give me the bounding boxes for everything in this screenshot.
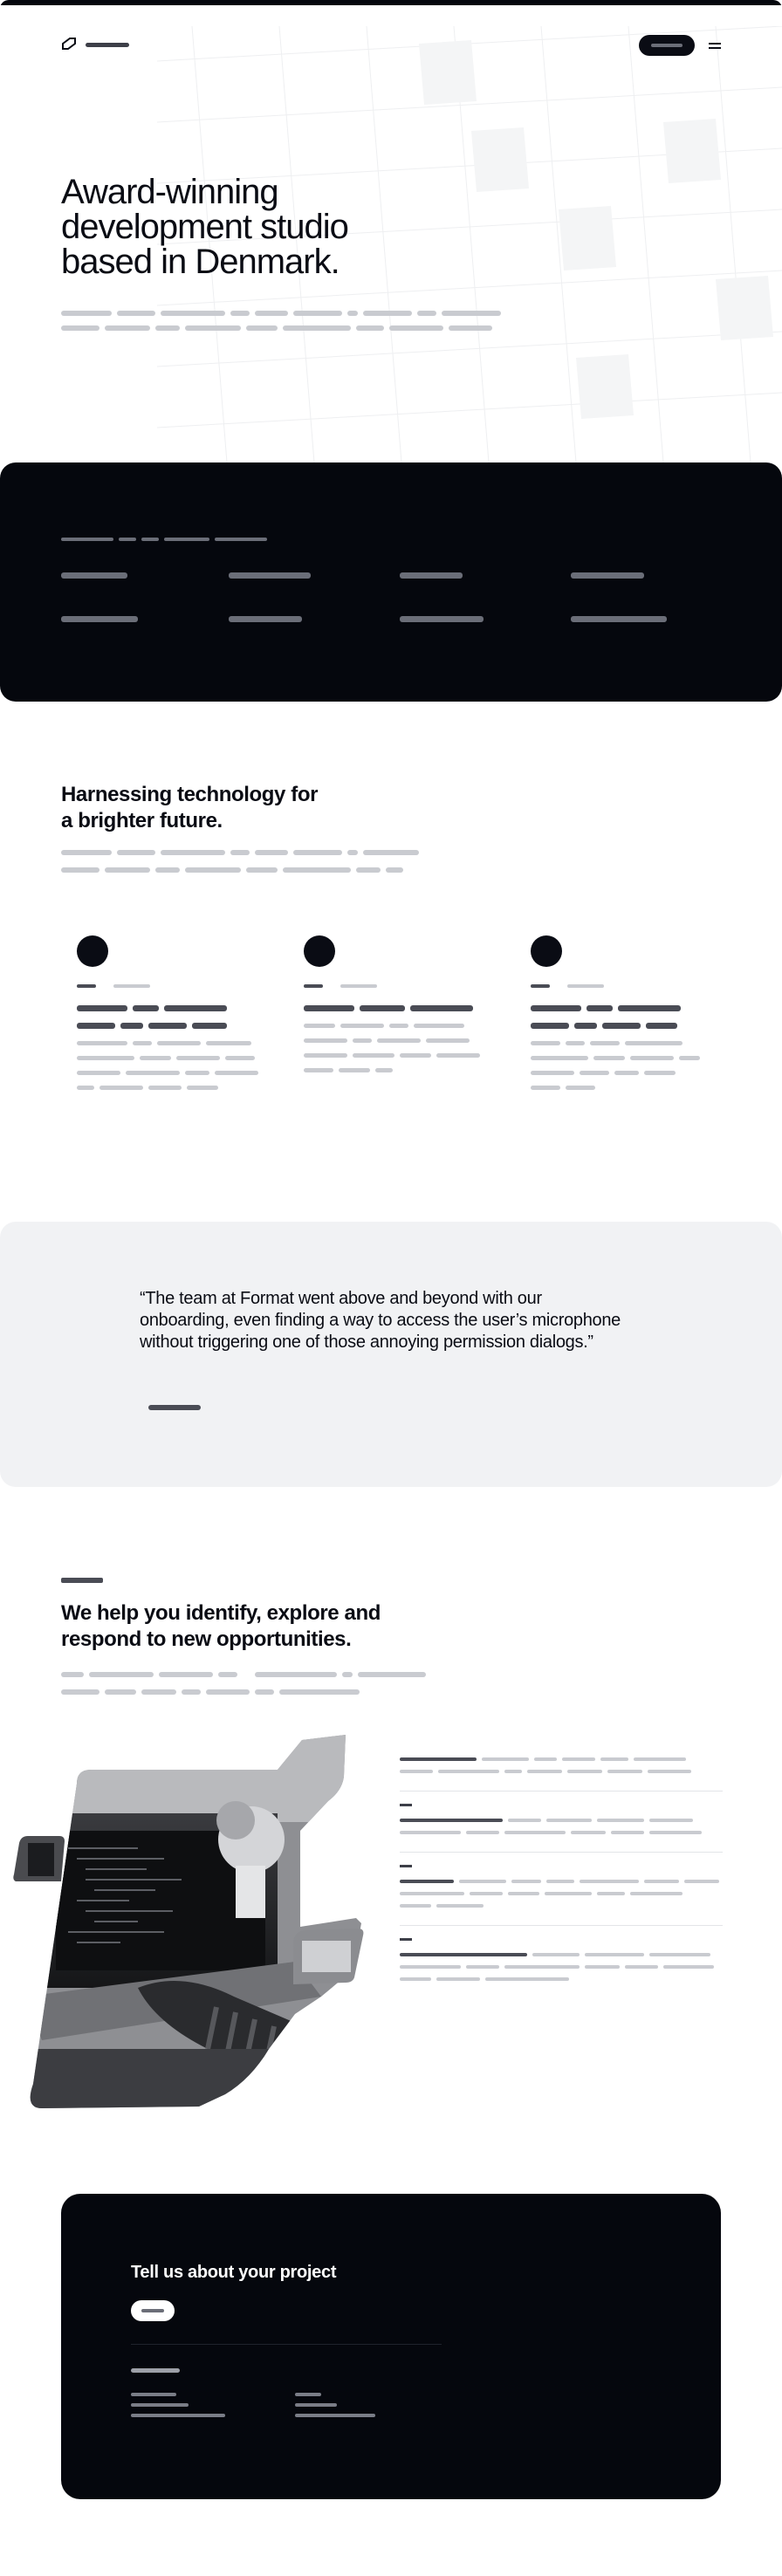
landing-page: Award-winning development studio based i…: [0, 0, 782, 2576]
cta-title: Tell us about your project: [131, 2263, 337, 2282]
accordion-item[interactable]: [400, 1880, 723, 1926]
contact-cta: Tell us about your project: [61, 2194, 721, 2499]
testimonial-quote: “The team at Format went above and beyon…: [140, 1289, 621, 1352]
accordion-toggle-icon[interactable]: [400, 1804, 412, 1806]
hero-title: Award-winning development studio based i…: [61, 173, 349, 281]
feature-card: [531, 935, 723, 1100]
feature-icon: [77, 935, 108, 967]
testimonial-section: “The team at Format went above and beyon…: [0, 1222, 782, 1487]
accordion-item[interactable]: [400, 1819, 723, 1853]
client-logo: [61, 572, 127, 579]
feature-card: [77, 935, 269, 1100]
client-logo: [400, 572, 463, 579]
client-logo: [61, 616, 138, 622]
testimonial-author: [148, 1405, 201, 1410]
brand-name[interactable]: [86, 43, 129, 47]
client-logo: [229, 616, 302, 622]
opportunities-title: We help you identify, explore and respon…: [61, 1601, 381, 1651]
section-eyebrow: [61, 1578, 103, 1583]
menu-icon[interactable]: [709, 40, 721, 51]
client-logo: [400, 616, 484, 622]
cta-contact-heading: [131, 2368, 180, 2380]
logo-icon[interactable]: [61, 37, 77, 51]
accordion-item[interactable]: [400, 1953, 723, 1998]
accordion-item[interactable]: [400, 1757, 723, 1792]
client-logo: [571, 616, 667, 622]
top-frame: [0, 0, 782, 5]
accordion-toggle-icon[interactable]: [400, 1865, 412, 1867]
cta-contact-column: [295, 2393, 375, 2424]
feature-card: [304, 935, 496, 1083]
contact-button[interactable]: [639, 35, 695, 56]
feature-icon: [531, 935, 562, 967]
services-accordion: [400, 1757, 723, 2011]
hero-description: [61, 311, 515, 340]
clients-heading: [61, 538, 267, 541]
clients-section: [0, 462, 782, 702]
cta-divider: [131, 2344, 442, 2345]
accordion-toggle-icon[interactable]: [400, 1938, 412, 1941]
client-logo: [229, 572, 311, 579]
cta-button[interactable]: [131, 2300, 175, 2321]
tech-section-description: [61, 850, 454, 885]
feature-icon: [304, 935, 335, 967]
cta-contact-column: [131, 2393, 225, 2424]
laptop-photo: [7, 1735, 372, 2108]
tech-section-title: Harnessing technology for a brighter fut…: [61, 783, 319, 832]
site-header: [61, 35, 721, 56]
client-logo: [571, 572, 644, 579]
opportunities-description: [61, 1672, 463, 1707]
